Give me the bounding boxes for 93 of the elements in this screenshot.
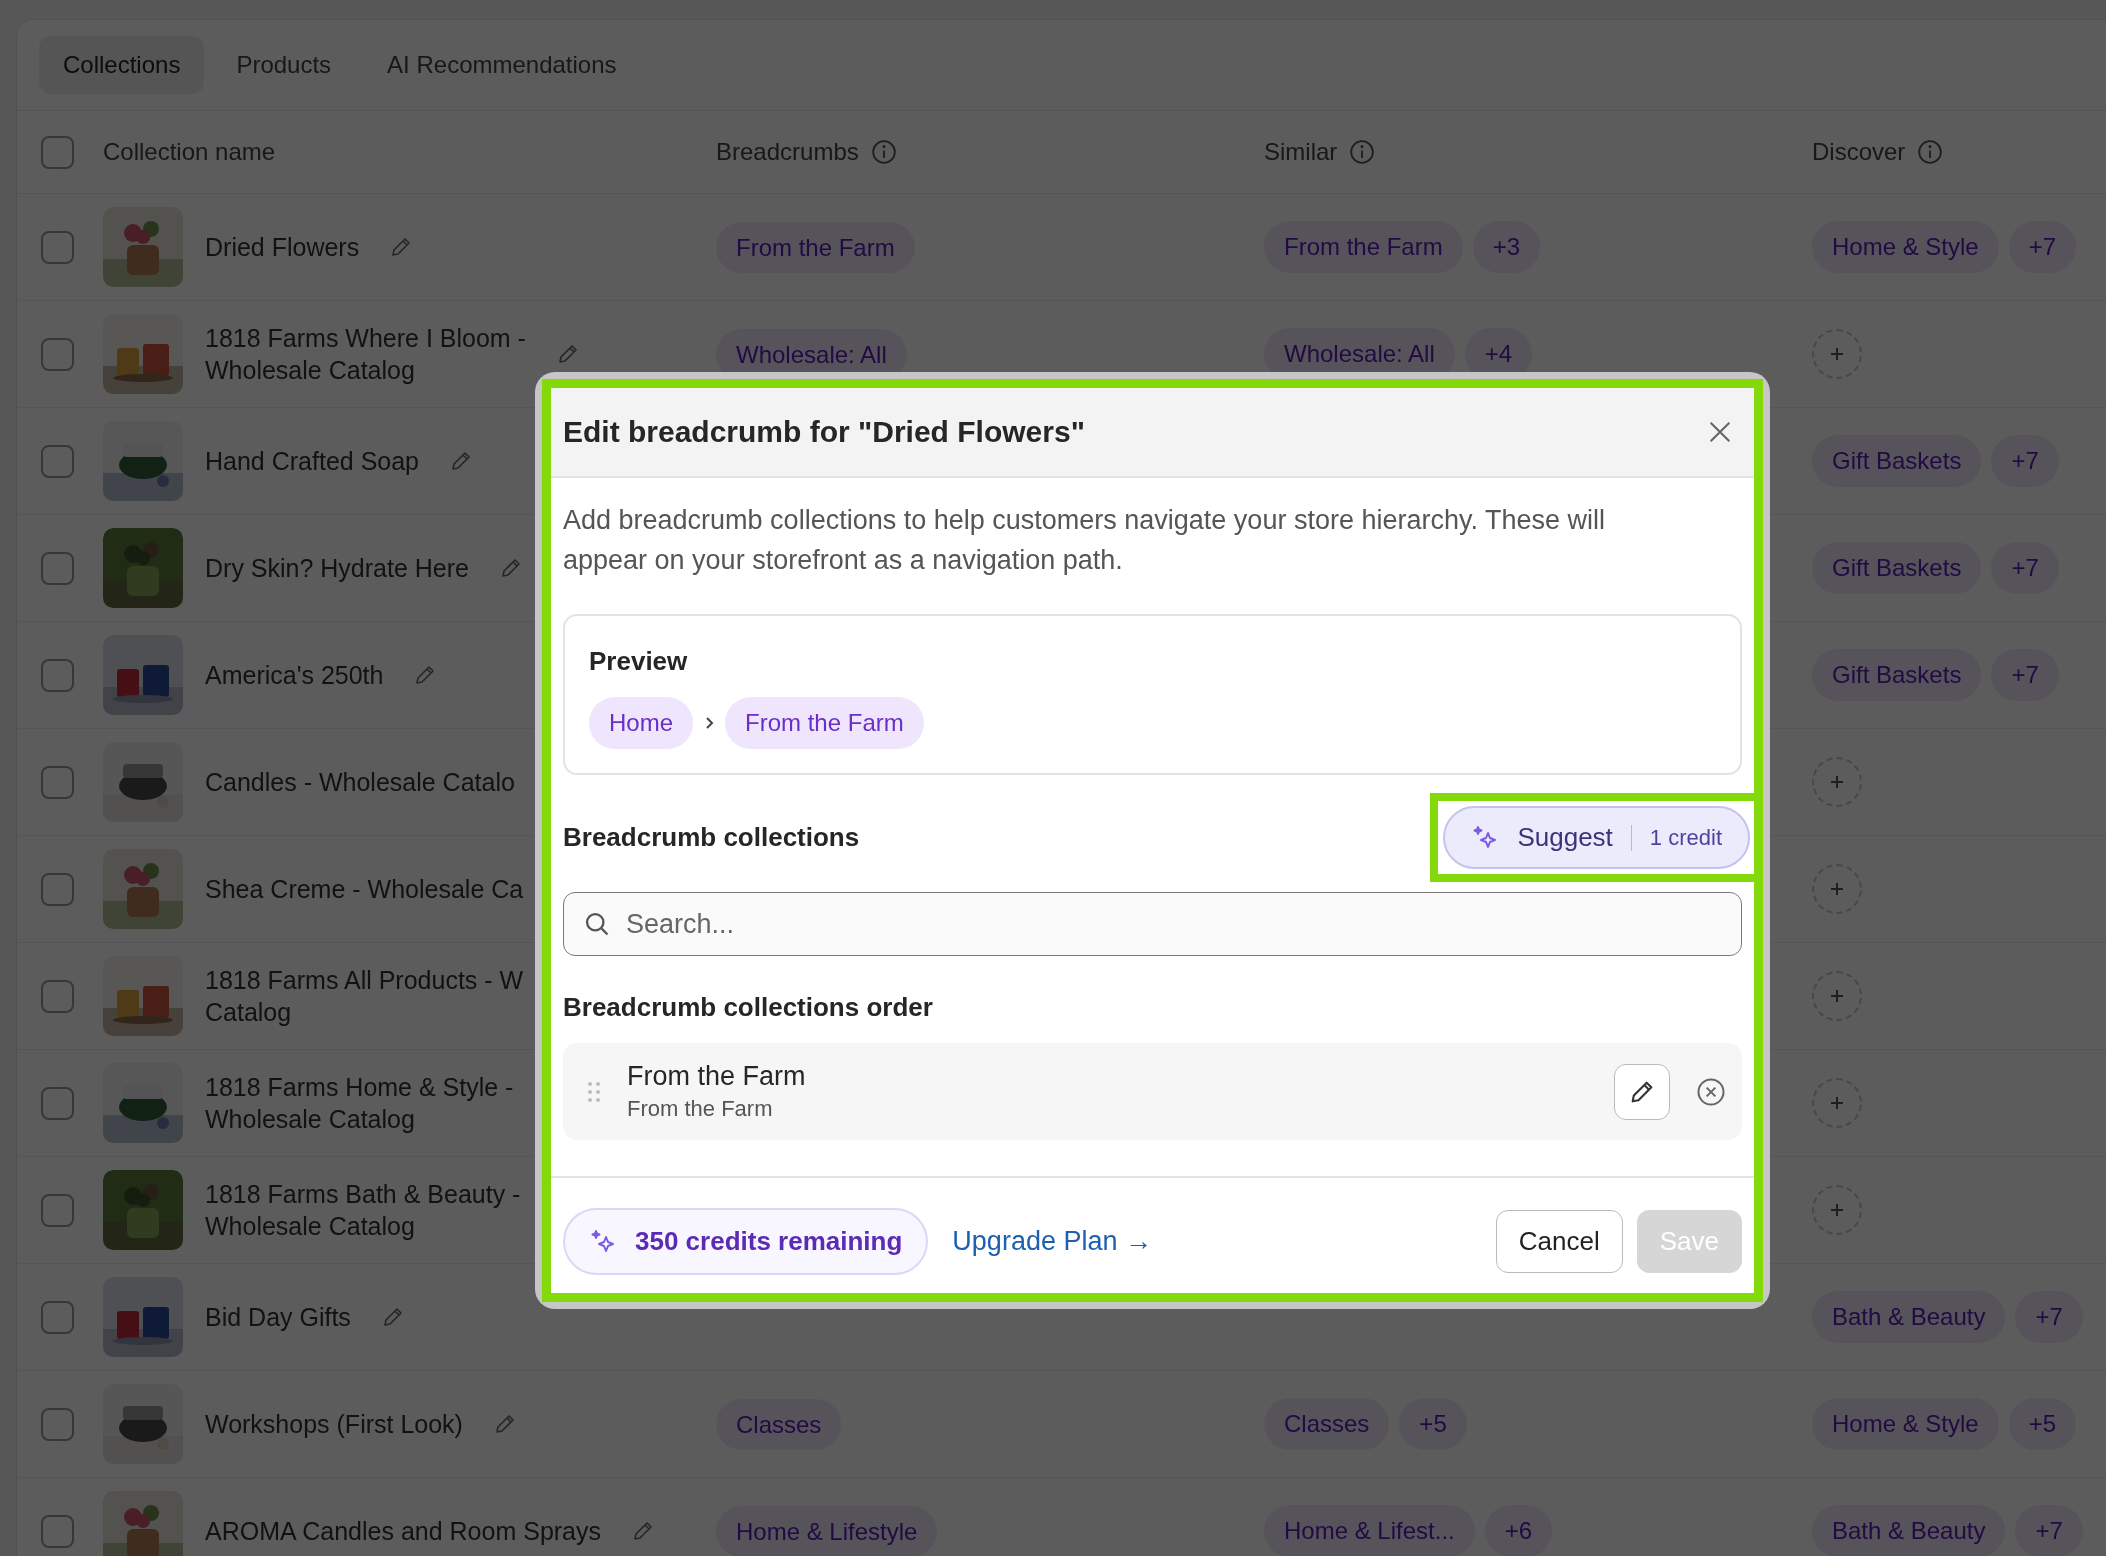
cancel-button[interactable]: Cancel	[1495, 1210, 1623, 1273]
suggest-button[interactable]: Suggest 1 credit	[1443, 806, 1750, 869]
collection-name: Dry Skin? Hydrate Here	[205, 553, 469, 584]
info-icon[interactable]	[1349, 139, 1376, 165]
more-tag[interactable]: +5	[1399, 1398, 1467, 1450]
item-subtitle: From the Farm	[627, 1096, 774, 1122]
collection-name: 1818 Farms Where I Bloom - Wholesale Catalog	[205, 323, 526, 386]
breadcrumb-tag[interactable]: From the Farm	[716, 221, 915, 273]
checkbox[interactable]	[41, 230, 74, 264]
checkbox[interactable]	[41, 1407, 74, 1441]
collection-tag[interactable]: From the Farm	[1264, 221, 1463, 273]
credits-text: 350 credits remaining	[635, 1226, 903, 1257]
checkbox[interactable]	[41, 1514, 74, 1548]
collection-tag[interactable]: Home & Style	[1812, 1398, 1999, 1450]
more-tag[interactable]: +3	[1472, 221, 1541, 273]
add-button[interactable]	[1812, 329, 1862, 379]
checkbox[interactable]	[41, 1300, 74, 1334]
column-header: Discover	[1812, 138, 1906, 166]
search-icon	[583, 910, 611, 938]
collection-name: 1818 Farms Bath & Beauty - Wholesale Catalog	[205, 1179, 521, 1242]
breadcrumb-tag[interactable]: Home & Lifestyle	[716, 1505, 938, 1556]
plus-icon	[1829, 881, 1845, 897]
plus-icon	[1829, 346, 1845, 362]
checkbox[interactable]	[41, 872, 74, 906]
checkbox[interactable]	[41, 444, 74, 478]
add-button[interactable]	[1812, 864, 1862, 914]
collection-name: Dried Flowers	[205, 232, 360, 263]
collection-tag[interactable]: Bath & Beauty	[1812, 1291, 2006, 1343]
edit-button[interactable]	[1614, 1063, 1670, 1120]
info-icon[interactable]	[1917, 139, 1944, 165]
collection-name: America's 250th	[205, 660, 384, 691]
tab[interactable]: Collections	[39, 36, 205, 94]
checkbox[interactable]	[41, 1193, 74, 1227]
tab[interactable]: Products	[212, 36, 356, 94]
breadcrumb-tag: From the Farm	[725, 697, 924, 749]
collection-name: 1818 Farms All Products - W Catalog	[205, 965, 524, 1028]
plus-icon	[1829, 774, 1845, 790]
collection-name: Workshops (First Look)	[205, 1409, 463, 1440]
more-tag[interactable]: +7	[2015, 1291, 2083, 1343]
collection-tag[interactable]: Gift Baskets	[1812, 649, 1982, 701]
section-heading: Breadcrumb collections	[563, 822, 860, 853]
add-button[interactable]	[1812, 1185, 1862, 1235]
collection-tag[interactable]: Gift Baskets	[1812, 435, 1982, 487]
collection-name: 1818 Farms Home & Style - Wholesale Catalog	[205, 1072, 514, 1135]
column-header: Similar	[1264, 138, 1338, 166]
section-heading: Breadcrumb collections order	[563, 992, 934, 1023]
info-icon[interactable]	[870, 139, 897, 165]
plus-icon	[1829, 1202, 1845, 1218]
search-field[interactable]: Search...	[563, 892, 1742, 956]
checkbox[interactable]	[41, 979, 74, 1013]
order-item[interactable]: From the Farm From the Farm	[563, 1043, 1742, 1140]
collection-tag[interactable]: Home & Style	[1812, 221, 1999, 273]
collection-name: Bid Day Gifts	[205, 1302, 351, 1333]
add-button[interactable]	[1812, 971, 1862, 1021]
column-header: Collection name	[103, 138, 276, 166]
checkbox[interactable]	[41, 765, 74, 799]
more-tag[interactable]: +7	[2015, 1505, 2083, 1556]
collection-tag[interactable]: Bath & Beauty	[1812, 1505, 2006, 1556]
plus-icon	[1829, 988, 1845, 1004]
checkbox[interactable]	[41, 551, 74, 585]
remove-icon[interactable]	[1696, 1076, 1726, 1107]
collection-name: Shea Creme - Wholesale Ca	[205, 874, 524, 905]
preview-heading: Preview	[589, 646, 689, 677]
collection-tag[interactable]: Gift Baskets	[1812, 542, 1982, 594]
item-title: From the Farm	[627, 1061, 807, 1092]
pencil-icon[interactable]	[499, 556, 523, 580]
checkbox[interactable]	[41, 337, 74, 371]
plus-icon	[1829, 1095, 1845, 1111]
checkbox[interactable]	[41, 658, 74, 692]
breadcrumb-tag[interactable]: Classes	[716, 1398, 842, 1450]
more-tag[interactable]: +5	[2008, 1398, 2077, 1450]
add-button[interactable]	[1812, 757, 1862, 807]
more-tag[interactable]: +7	[1991, 542, 2059, 594]
drag-handle-icon[interactable]	[587, 1080, 601, 1103]
more-tag[interactable]: +6	[1484, 1505, 1553, 1556]
more-tag[interactable]: +7	[1991, 435, 2059, 487]
collection-tag[interactable]: Classes	[1264, 1398, 1390, 1450]
checkbox[interactable]	[41, 135, 74, 169]
more-tag[interactable]: +7	[1991, 649, 2059, 701]
description: Add breadcrumb collections to help customers navigate your store hierarchy. These will appear on your storefront as a navigation path.	[563, 504, 1606, 577]
upgrade-link[interactable]: Upgrade Plan →	[952, 1226, 1152, 1257]
pencil-icon[interactable]	[631, 1519, 655, 1543]
add-button[interactable]	[1812, 1078, 1862, 1128]
dialog-title: Edit breadcrumb for "Dried Flowers"	[563, 415, 1085, 449]
breadcrumb-tag: Home	[589, 697, 694, 749]
collection-tag[interactable]: Home & Lifest...	[1264, 1505, 1475, 1556]
collection-name: Candles - Wholesale Catalo	[205, 767, 515, 798]
collection-name: Hand Crafted Soap	[205, 446, 420, 477]
more-tag[interactable]: +7	[2008, 221, 2077, 273]
tab[interactable]: AI Recommendations	[363, 36, 641, 94]
collection-name: AROMA Candles and Room Sprays	[205, 1516, 601, 1547]
checkbox[interactable]	[41, 1086, 74, 1120]
column-header: Breadcrumbs	[716, 138, 859, 166]
